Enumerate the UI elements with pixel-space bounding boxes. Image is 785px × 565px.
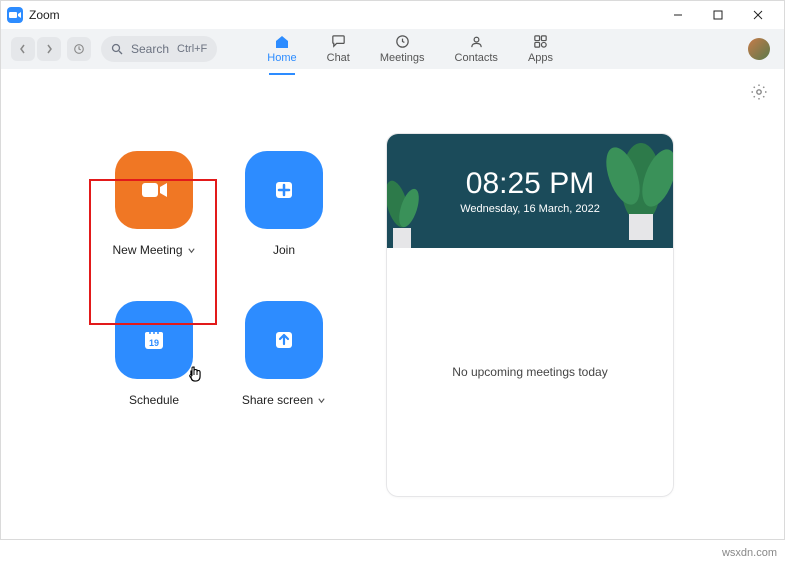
tile-label: Schedule xyxy=(129,393,179,407)
zoom-logo-icon xyxy=(7,7,23,23)
tab-contacts[interactable]: Contacts xyxy=(455,33,498,66)
tile-label: Join xyxy=(273,243,295,257)
tab-meetings[interactable]: Meetings xyxy=(380,33,425,66)
nav-forward-button[interactable] xyxy=(37,37,61,61)
clock-date: Wednesday, 16 March, 2022 xyxy=(460,203,600,215)
watermark: wsxdn.com xyxy=(722,547,777,559)
chat-icon xyxy=(329,33,347,51)
gear-icon xyxy=(750,83,768,101)
title-bar: Zoom xyxy=(1,1,784,29)
plant-decoration-icon xyxy=(581,134,673,248)
avatar[interactable] xyxy=(748,38,770,60)
search-input[interactable]: Search Ctrl+F xyxy=(101,36,217,62)
empty-message: No upcoming meetings today xyxy=(452,365,607,379)
card-body: No upcoming meetings today xyxy=(387,248,673,496)
contacts-icon xyxy=(467,33,485,51)
main-content: New Meeting Join 19 Schedule xyxy=(1,69,784,539)
minimize-button[interactable] xyxy=(658,1,698,29)
search-icon xyxy=(111,43,123,55)
chevron-down-icon xyxy=(317,396,326,405)
nav-back-button[interactable] xyxy=(11,37,35,61)
share-icon xyxy=(245,301,323,379)
clock-header: 08:25 PM Wednesday, 16 March, 2022 xyxy=(387,134,673,248)
home-icon xyxy=(273,33,291,51)
settings-button[interactable] xyxy=(750,83,768,106)
toolbar: Search Ctrl+F Home Chat Meetings Contact… xyxy=(1,29,784,69)
search-shortcut: Ctrl+F xyxy=(177,43,207,55)
right-panel: 08:25 PM Wednesday, 16 March, 2022 No up… xyxy=(386,133,696,539)
window-title: Zoom xyxy=(29,8,60,22)
tile-join[interactable]: Join xyxy=(219,141,349,291)
clock-time: 08:25 PM xyxy=(466,167,594,201)
tab-label: Home xyxy=(267,52,296,64)
close-button[interactable] xyxy=(738,1,778,29)
tab-label: Contacts xyxy=(455,52,498,64)
search-label: Search xyxy=(131,42,169,56)
clock-icon xyxy=(393,33,411,51)
plant-decoration-icon xyxy=(387,174,437,248)
plus-icon xyxy=(245,151,323,229)
app-window: Zoom Search Ctrl+F Home Chat xyxy=(0,0,785,540)
tab-label: Meetings xyxy=(380,52,425,64)
nav-tabs: Home Chat Meetings Contacts Apps xyxy=(267,33,553,66)
tab-label: Apps xyxy=(528,52,553,64)
apps-icon xyxy=(531,33,549,51)
highlight-box xyxy=(89,179,217,325)
meetings-card: 08:25 PM Wednesday, 16 March, 2022 No up… xyxy=(386,133,674,497)
maximize-button[interactable] xyxy=(698,1,738,29)
svg-text:19: 19 xyxy=(149,338,159,348)
tile-share-screen[interactable]: Share screen xyxy=(219,291,349,441)
tab-home[interactable]: Home xyxy=(267,33,296,66)
cursor-icon xyxy=(187,365,205,385)
tab-chat[interactable]: Chat xyxy=(327,33,350,66)
tab-label: Chat xyxy=(327,52,350,64)
history-button[interactable] xyxy=(67,37,91,61)
tab-apps[interactable]: Apps xyxy=(528,33,553,66)
tile-label: Share screen xyxy=(242,393,313,407)
